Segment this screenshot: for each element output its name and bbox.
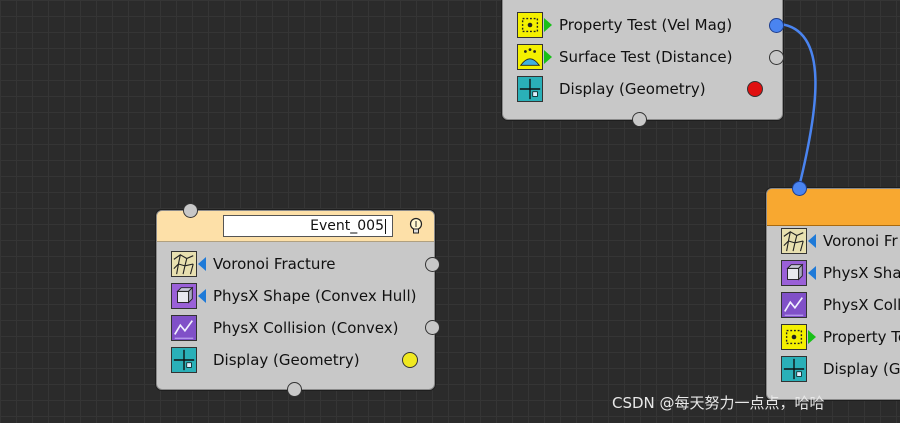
operator-row-physx-collision[interactable]: PhysX Collision (Convex) [171,312,448,344]
operator-arrow-icon [198,289,206,303]
output-port-surface-test[interactable] [769,50,784,65]
operator-label: Voronoi Fr [823,232,898,250]
node-header[interactable]: Event_005 [157,211,434,242]
operator-label: Display (Geometry) [559,80,706,98]
display-icon [781,356,807,382]
operator-label: Voronoi Fracture [213,255,336,273]
node-output-port[interactable] [287,382,302,397]
operator-row-voronoi-fracture[interactable]: Voronoi Fr [781,225,900,257]
node-input-port[interactable] [792,181,807,196]
watermark: CSDN @每天努力一点点，哈哈 [612,394,825,412]
voronoi-fracture-icon [171,251,197,277]
operator-label: PhysX Colli [823,296,900,314]
operator-row-property-test[interactable]: Property Te [781,321,900,353]
voronoi-fracture-icon [781,228,807,254]
operator-arrow-icon [198,257,206,271]
operator-row-voronoi-fracture[interactable]: Voronoi Fracture [171,248,448,280]
operator-row-surface-test[interactable]: Surface Test (Distance) [517,41,796,73]
operator-arrow-icon [808,234,816,248]
event-node-top[interactable]: Property Test (Vel Mag) Surface Test (Di… [502,0,784,127]
display-icon [171,347,197,373]
event-node-right[interactable]: Voronoi Fr PhysX Shap PhysX Colli Proper… [766,181,900,400]
event-name-text: Event_005 [310,218,384,234]
surface-test-icon [517,44,543,70]
test-output-arrow-icon [544,50,552,64]
operator-label: Display (Geometry) [213,351,360,369]
property-test-icon [781,324,807,350]
event-node-event-005[interactable]: Event_005 Voronoi Fracture PhysX Shape (… [156,203,440,397]
operator-row-display[interactable]: Display (Ge [781,353,900,385]
output-port-voronoi[interactable] [425,257,440,272]
physx-shape-icon [781,260,807,286]
node-input-port[interactable] [183,203,198,218]
node-output-port[interactable] [632,112,647,127]
test-output-arrow-icon [544,18,552,32]
display-color-swatch[interactable] [747,81,763,97]
node-header-active[interactable] [767,189,900,226]
operator-label: PhysX Collision (Convex) [213,319,399,337]
operator-label: Property Test (Vel Mag) [559,16,733,34]
lightbulb-icon[interactable] [407,217,425,235]
display-icon [517,76,543,102]
operator-label: Property Te [823,328,900,346]
physx-collision-icon [171,315,197,341]
display-color-swatch[interactable] [402,352,418,368]
output-port-property-test[interactable] [769,18,784,33]
event-name-field[interactable]: Event_005 [223,215,393,237]
physx-shape-icon [171,283,197,309]
operator-row-physx-shape[interactable]: PhysX Shap [781,257,900,289]
operator-row-physx-collision[interactable]: PhysX Colli [781,289,900,321]
operator-label: Surface Test (Distance) [559,48,733,66]
operator-label: PhysX Shape (Convex Hull) [213,287,417,305]
operator-label: Display (Ge [823,360,900,378]
physx-collision-icon [781,292,807,318]
text-cursor [385,218,386,234]
operator-arrow-icon [808,266,816,280]
property-test-icon [517,12,543,38]
test-output-arrow-icon [808,330,816,344]
operator-row-physx-shape[interactable]: PhysX Shape (Convex Hull) [171,280,448,312]
operator-label: PhysX Shap [823,264,900,282]
operator-row-property-test[interactable]: Property Test (Vel Mag) [517,9,796,41]
output-port-physx-collision[interactable] [425,320,440,335]
